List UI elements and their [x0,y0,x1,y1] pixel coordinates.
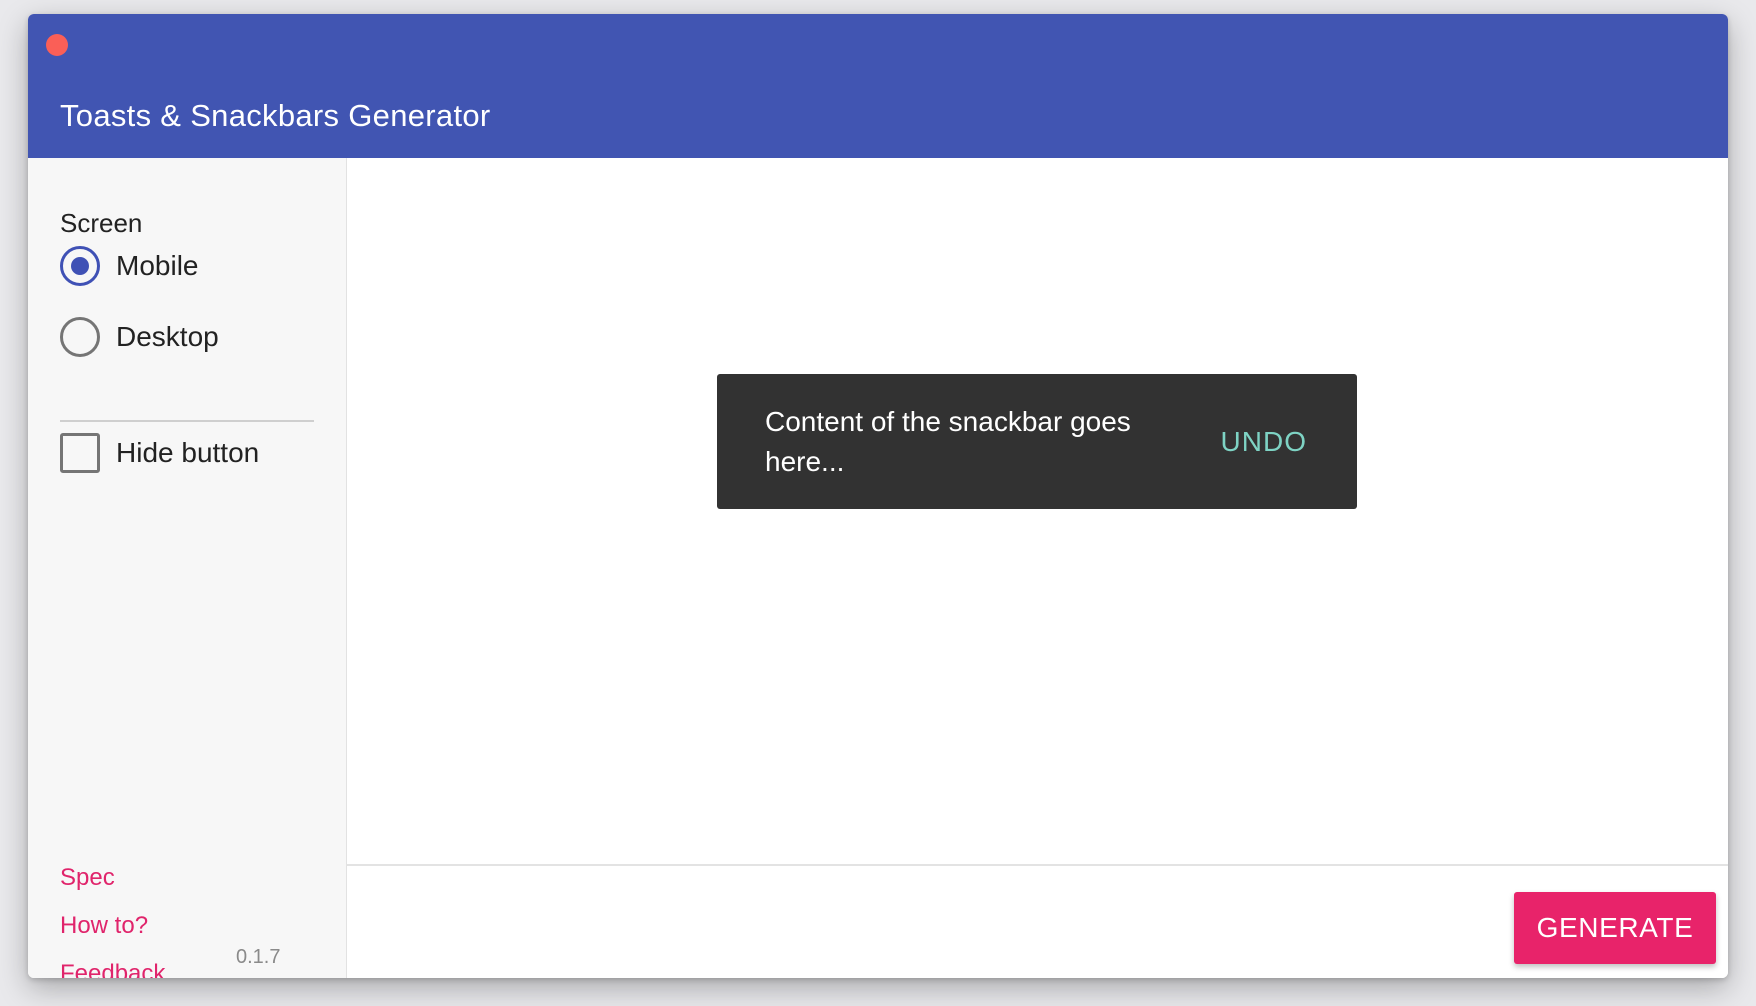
settings-sidebar: Screen Mobile Desktop Hide button Spec H… [28,158,347,978]
version-label: 0.1.7 [236,946,281,968]
feedback-link[interactable]: Feedback [60,960,165,978]
screen-section-label: Screen [60,208,143,238]
hide-button-checkbox-row[interactable]: Hide button [60,433,259,473]
radio-mobile-label: Mobile [116,250,199,281]
hide-button-checkbox[interactable] [60,433,100,473]
radio-desktop[interactable]: Desktop [60,317,219,357]
radio-unselected-icon[interactable] [60,317,100,357]
app-window: Toasts & Snackbars Generator Screen Mobi… [28,14,1728,978]
footer-divider [347,864,1728,866]
radio-mobile[interactable]: Mobile [60,246,198,286]
app-title: Toasts & Snackbars Generator [60,98,491,133]
snackbar-undo-action[interactable]: UNDO [1221,426,1307,458]
preview-area: Content of the snackbar goes here... UND… [347,158,1728,978]
radio-desktop-label: Desktop [116,321,219,352]
snackbar-preview: Content of the snackbar goes here... UND… [717,374,1357,509]
radio-selected-icon[interactable] [60,246,100,286]
spec-link[interactable]: Spec [60,864,115,892]
sidebar-divider [60,420,314,422]
title-bar: Toasts & Snackbars Generator [28,14,1728,158]
hide-button-label: Hide button [116,437,260,468]
how-to-link[interactable]: How to? [60,912,148,940]
close-window-button[interactable] [46,34,68,56]
snackbar-text: Content of the snackbar goes here... [765,405,1131,477]
generate-button[interactable]: GENERATE [1514,892,1716,964]
